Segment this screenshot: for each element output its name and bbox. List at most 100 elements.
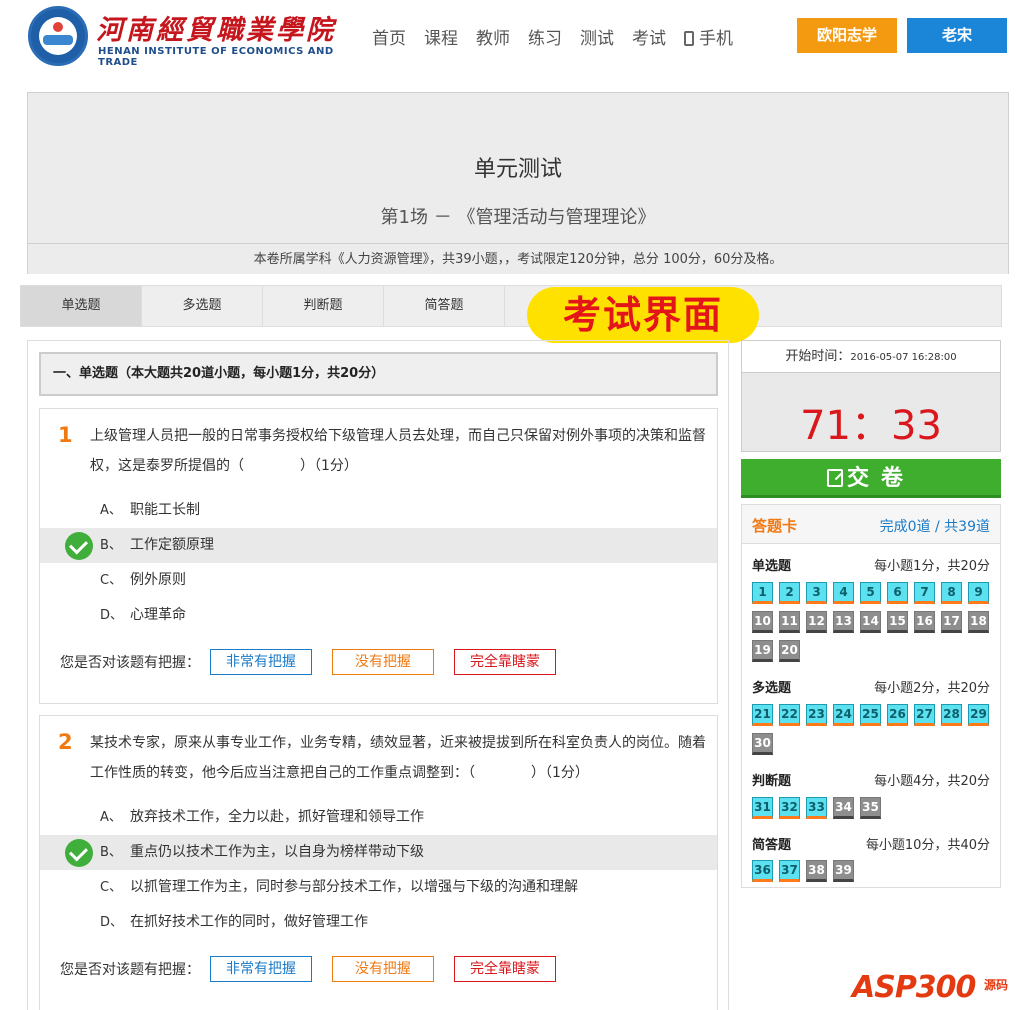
answer-cell[interactable]: 14 xyxy=(860,611,881,633)
group-score-short: 每小题10分，共40分 xyxy=(865,838,990,853)
option-letter: D、 xyxy=(100,915,124,930)
option-text: 在抓好技术工作的同时，做好管理工作 xyxy=(130,914,368,930)
answer-cell[interactable]: 16 xyxy=(914,611,935,633)
answer-cell[interactable]: 36 xyxy=(752,860,773,882)
guess-button[interactable]: 完全靠瞎蒙 xyxy=(454,649,556,675)
answer-cell[interactable]: 33 xyxy=(806,797,827,819)
group-title-truefalse: 判断题 xyxy=(752,774,792,789)
answer-card-progress: 完成0道 / 共39道 xyxy=(879,519,990,535)
nav-courses[interactable]: 课程 xyxy=(424,24,458,49)
answer-cell[interactable]: 27 xyxy=(914,704,935,726)
edit-icon xyxy=(826,469,843,487)
nav-test[interactable]: 测试 xyxy=(580,24,614,49)
option-text: 工作定额原理 xyxy=(130,537,214,553)
answer-cell[interactable]: 19 xyxy=(752,640,773,662)
main-nav: 首页 课程 教师 练习 测试 考试 手机 xyxy=(372,24,751,49)
answer-cell[interactable]: 31 xyxy=(752,797,773,819)
answer-cell[interactable]: 15 xyxy=(887,611,908,633)
question-text: 某技术专家，原来从事专业工作，业务专精，绩效显著，近来被提拔到所在科室负责人的岗… xyxy=(90,735,706,781)
answer-cell[interactable]: 26 xyxy=(887,704,908,726)
answer-cell[interactable]: 9 xyxy=(968,582,989,604)
option-text: 心理革命 xyxy=(130,607,186,623)
section-header: 一、单选题（本大题共20道小题，每小题1分，共20分） xyxy=(39,352,718,396)
nav-mobile-label: 手机 xyxy=(699,29,733,49)
school-emblem-icon xyxy=(28,6,88,66)
teacher-user-button[interactable]: 老宋 xyxy=(907,18,1007,53)
answer-cell[interactable]: 6 xyxy=(887,582,908,604)
question-text: 上级管理人员把一般的日常事务授权给下级管理人员去处理，而自己只保留对例外事项的决… xyxy=(90,428,706,474)
answer-cell[interactable]: 12 xyxy=(806,611,827,633)
answer-cell[interactable]: 7 xyxy=(914,582,935,604)
tab-short-answer[interactable]: 简答题 xyxy=(384,286,505,326)
answer-card-title: 答题卡 xyxy=(752,517,798,535)
answer-cell[interactable]: 20 xyxy=(779,640,800,662)
group-title-multiple: 多选题 xyxy=(752,681,792,696)
exam-subtitle: 第1场 － 《管理活动与管理理论》 xyxy=(380,207,656,228)
nav-exam[interactable]: 考试 xyxy=(632,24,666,49)
submit-exam-button[interactable]: 交卷 xyxy=(741,459,1001,498)
asp300-watermark: ASP300 源码 xyxy=(852,958,1022,1008)
option-c[interactable]: C、 例外原则 xyxy=(40,563,717,598)
answer-cell[interactable]: 13 xyxy=(833,611,854,633)
unsure-button[interactable]: 没有把握 xyxy=(332,956,434,982)
answer-cell[interactable]: 22 xyxy=(779,704,800,726)
answer-cell[interactable]: 28 xyxy=(941,704,962,726)
confident-button[interactable]: 非常有把握 xyxy=(210,956,312,982)
answer-cell[interactable]: 37 xyxy=(779,860,800,882)
tab-single-choice[interactable]: 单选题 xyxy=(21,286,142,326)
tab-true-false[interactable]: 判断题 xyxy=(263,286,384,326)
option-d[interactable]: D、 在抓好技术工作的同时，做好管理工作 xyxy=(40,905,717,940)
watermark-small-text: 源码 xyxy=(984,978,1009,992)
watermark-text: ASP300 xyxy=(852,970,976,1005)
answer-cell[interactable]: 17 xyxy=(941,611,962,633)
school-logo[interactable]: 河南經貿職業學院 HENAN INSTITUTE OF ECONOMICS AN… xyxy=(28,6,368,68)
answer-cell[interactable]: 3 xyxy=(806,582,827,604)
answer-cell[interactable]: 21 xyxy=(752,704,773,726)
option-text: 放弃技术工作，全力以赴，抓好管理和领导工作 xyxy=(130,809,424,825)
nav-teachers[interactable]: 教师 xyxy=(476,24,510,49)
answer-cell[interactable]: 10 xyxy=(752,611,773,633)
answer-cell[interactable]: 35 xyxy=(860,797,881,819)
student-user-button[interactable]: 欧阳志学 xyxy=(797,18,897,53)
option-b[interactable]: B、 重点仍以技术工作为主，以自身为榜样带动下级 xyxy=(40,835,717,870)
group-title-short: 简答题 xyxy=(752,838,792,853)
answer-cell[interactable]: 25 xyxy=(860,704,881,726)
option-letter: A、 xyxy=(100,503,122,518)
tab-multiple-choice[interactable]: 多选题 xyxy=(142,286,263,326)
group-score-multiple: 每小题2分，共20分 xyxy=(874,681,990,696)
answer-cell[interactable]: 1 xyxy=(752,582,773,604)
nav-mobile[interactable]: 手机 xyxy=(684,24,733,49)
option-b[interactable]: B、 工作定额原理 xyxy=(40,528,717,563)
countdown-clock: 71：33 xyxy=(800,403,942,449)
answer-cell[interactable]: 8 xyxy=(941,582,962,604)
unsure-button[interactable]: 没有把握 xyxy=(332,649,434,675)
confident-button[interactable]: 非常有把握 xyxy=(210,649,312,675)
option-d[interactable]: D、 心理革命 xyxy=(40,598,717,633)
option-c[interactable]: C、 以抓管理工作为主，同时参与部分技术工作，以增强与下级的沟通和理解 xyxy=(40,870,717,905)
guess-button[interactable]: 完全靠瞎蒙 xyxy=(454,956,556,982)
answer-cell[interactable]: 23 xyxy=(806,704,827,726)
answer-cell[interactable]: 32 xyxy=(779,797,800,819)
exam-info: 本卷所属学科《人力资源管理》，共39小题，，考试限定120分钟，总分 100分，… xyxy=(28,243,1008,274)
question-number: 2 xyxy=(58,730,73,754)
question-number: 1 xyxy=(58,423,73,447)
header: 河南經貿職業學院 HENAN INSTITUTE OF ECONOMICS AN… xyxy=(0,0,1023,75)
answer-cell[interactable]: 11 xyxy=(779,611,800,633)
answer-cell[interactable]: 39 xyxy=(833,860,854,882)
answer-cell[interactable]: 4 xyxy=(833,582,854,604)
answer-cell[interactable]: 24 xyxy=(833,704,854,726)
group-score-single: 每小题1分，共20分 xyxy=(874,559,990,574)
option-a[interactable]: A、 职能工长制 xyxy=(40,493,717,528)
exam-interface-label: 考试界面 xyxy=(527,287,759,343)
option-a[interactable]: A、 放弃技术工作，全力以赴，抓好管理和领导工作 xyxy=(40,800,717,835)
start-time-value: 2016-05-07 16:28:00 xyxy=(850,352,957,363)
nav-home[interactable]: 首页 xyxy=(372,24,406,49)
answer-cell[interactable]: 38 xyxy=(806,860,827,882)
answer-cell[interactable]: 18 xyxy=(968,611,989,633)
answer-cell[interactable]: 29 xyxy=(968,704,989,726)
answer-cell[interactable]: 5 xyxy=(860,582,881,604)
answer-cell[interactable]: 2 xyxy=(779,582,800,604)
answer-cell[interactable]: 34 xyxy=(833,797,854,819)
answer-cell[interactable]: 30 xyxy=(752,733,773,755)
nav-practice[interactable]: 练习 xyxy=(528,24,562,49)
